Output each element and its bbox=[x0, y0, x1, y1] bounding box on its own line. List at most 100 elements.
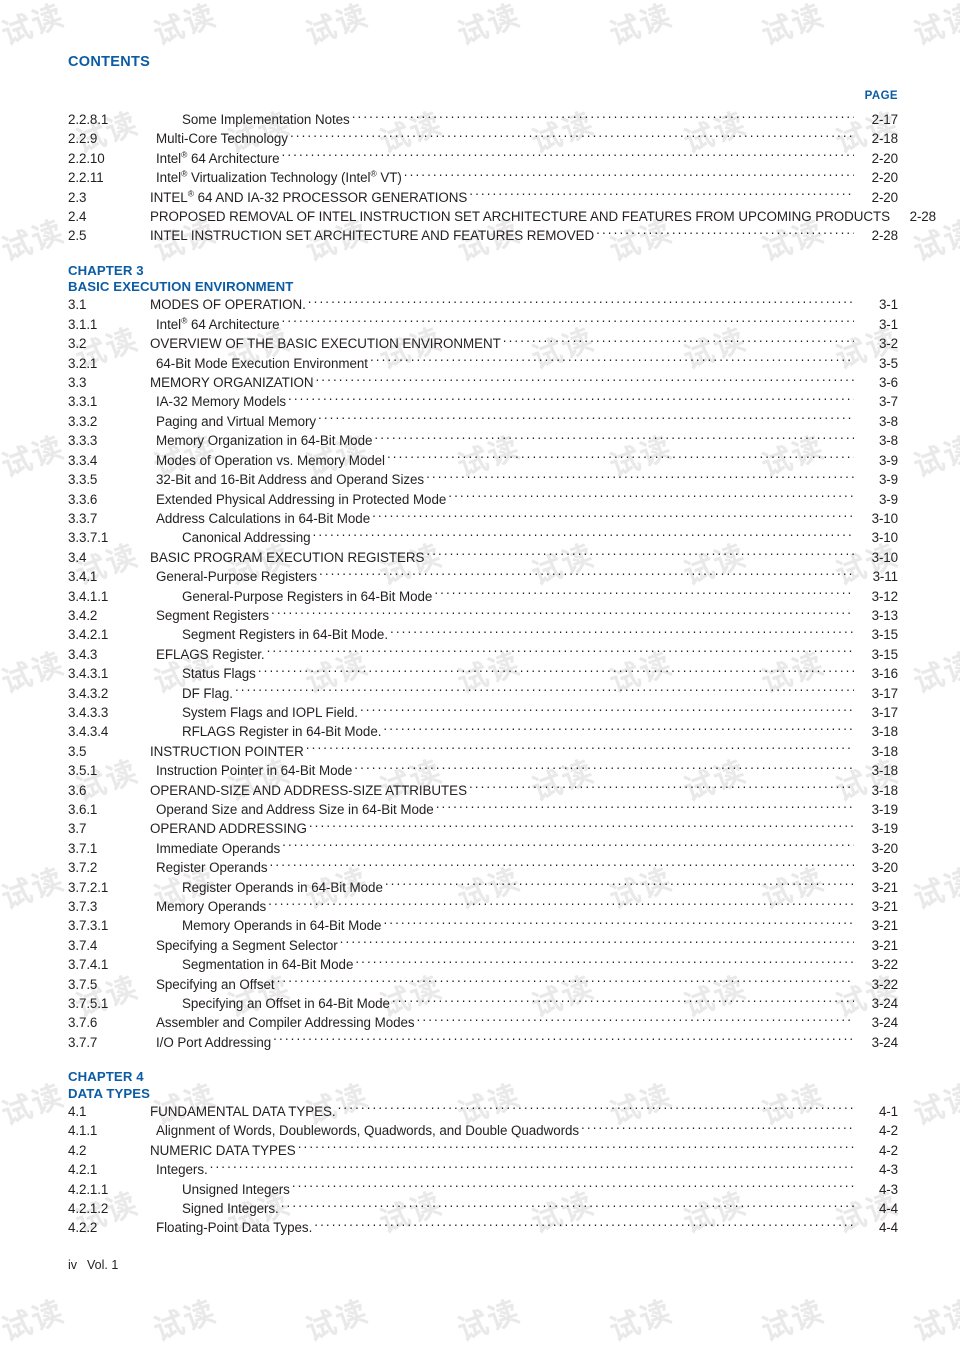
toc-entry-title: EFLAGS Register. bbox=[156, 646, 265, 662]
toc-entry[interactable]: 3.5 INSTRUCTION POINTER 3-18 bbox=[68, 742, 898, 761]
toc-entry-title: Alignment of Words, Doublewords, Quadwor… bbox=[156, 1123, 580, 1139]
chapter-label: CHAPTER 4 bbox=[68, 1069, 144, 1085]
toc-entry[interactable]: 2.2.8.1 Some Implementation Notes 2-17 bbox=[68, 110, 898, 129]
toc-entry[interactable]: 3.3.7.1 Canonical Addressing 3-10 bbox=[68, 528, 898, 547]
toc-entry[interactable]: 4.2 NUMERIC DATA TYPES 4-2 bbox=[68, 1141, 898, 1160]
toc-entry[interactable]: 4.1 FUNDAMENTAL DATA TYPES. 4-1 bbox=[68, 1102, 898, 1121]
toc-entry[interactable]: 3.7 OPERAND ADDRESSING 3-19 bbox=[68, 819, 898, 838]
toc-entry-title: Register Operands bbox=[156, 860, 268, 876]
watermark-text: 试读 bbox=[0, 429, 70, 485]
toc-entry-title: INTEL® 64 AND IA-32 PROCESSOR GENERATION… bbox=[150, 188, 468, 205]
watermark-text: 试读 bbox=[909, 645, 960, 701]
toc-entry[interactable]: 3.6.1 Operand Size and Address Size in 64… bbox=[68, 800, 898, 819]
toc-entry[interactable]: 3.2 OVERVIEW OF THE BASIC EXECUTION ENVIR… bbox=[68, 334, 898, 353]
toc-entry[interactable]: 4.2.1 Integers. 4-3 bbox=[68, 1160, 898, 1179]
toc-leader-dots bbox=[292, 1180, 854, 1194]
toc-leader-dots bbox=[370, 354, 854, 368]
toc-entry[interactable]: 3.7.7 I/O Port Addressing 3-24 bbox=[68, 1033, 898, 1052]
toc-leader-dots bbox=[277, 975, 854, 989]
toc-entry-page: 3-22 bbox=[871, 957, 899, 973]
toc-entry-number: 2.5 bbox=[68, 228, 87, 244]
toc-leader-dots bbox=[360, 703, 854, 717]
toc-entry-title: Instruction Pointer in 64-Bit Mode bbox=[156, 763, 353, 779]
toc-entry[interactable]: 3.3.6 Extended Physical Addressing in Pro… bbox=[68, 490, 898, 509]
toc-entry[interactable]: 3.3.1 IA-32 Memory Models 3-7 bbox=[68, 392, 898, 411]
toc-entry[interactable]: 3.4.1 General-Purpose Registers 3-11 bbox=[68, 567, 898, 586]
toc-leader-dots bbox=[235, 684, 854, 698]
toc-entry-title: Paging and Virtual Memory bbox=[156, 413, 317, 429]
toc-entry-number: 3.3.1 bbox=[68, 394, 98, 410]
toc-entry-page: 3-9 bbox=[878, 452, 898, 468]
toc-entry[interactable]: 2.2.9 Multi-Core Technology 2-18 bbox=[68, 129, 898, 148]
toc-entry-page: 4-3 bbox=[878, 1162, 898, 1178]
toc-entry-title: Assembler and Compiler Addressing Modes bbox=[156, 1015, 415, 1031]
toc-entry[interactable]: 3.4.3.1 Status Flags 3-16 bbox=[68, 664, 898, 683]
toc-entry[interactable]: 3.7.5.1 Specifying an Offset in 64-Bit Mo… bbox=[68, 994, 898, 1013]
toc-entry-title: IA-32 Memory Models bbox=[156, 394, 287, 410]
toc-entry[interactable]: 3.4.3.2 DF Flag. 3-17 bbox=[68, 684, 898, 703]
toc-entry[interactable]: 3.2.1 64-Bit Mode Execution Environment 3-… bbox=[68, 354, 898, 373]
toc-entry[interactable]: 3.4.3.3 System Flags and IOPL Field. 3-17 bbox=[68, 703, 898, 722]
toc-entry[interactable]: 4.1.1 Alignment of Words, Doublewords, Qu… bbox=[68, 1121, 898, 1140]
toc-entry-number: 3.3.4 bbox=[68, 452, 98, 468]
toc-entry[interactable]: 3.4.2.1 Segment Registers in 64-Bit Mode.… bbox=[68, 625, 898, 644]
toc-entry[interactable]: 3.4.3 EFLAGS Register. 3-15 bbox=[68, 645, 898, 664]
toc-entry-title: Memory Operands in 64-Bit Mode bbox=[182, 918, 382, 934]
toc-entry[interactable]: 3.7.6 Assembler and Compiler Addressing M… bbox=[68, 1013, 898, 1032]
toc-entry-page: 4-3 bbox=[878, 1181, 898, 1197]
watermark-text: 试读 bbox=[909, 0, 960, 53]
toc-entry[interactable]: 3.3.4 Modes of Operation vs. Memory Model… bbox=[68, 451, 898, 470]
toc-entry-page: 3-18 bbox=[871, 743, 899, 759]
toc-entry-number: 4.2.2 bbox=[68, 1220, 98, 1236]
toc-entry-page: 3-18 bbox=[871, 782, 899, 798]
toc-entry[interactable]: 3.7.3.1 Memory Operands in 64-Bit Mode 3-2… bbox=[68, 916, 898, 935]
toc-entry-page: 3-19 bbox=[871, 821, 899, 837]
toc-entry[interactable]: 3.7.4.1 Segmentation in 64-Bit Mode 3-22 bbox=[68, 955, 898, 974]
toc-entry[interactable]: 3.3.2 Paging and Virtual Memory 3-8 bbox=[68, 412, 898, 431]
toc-entry[interactable]: 4.2.1.1 Unsigned Integers 4-3 bbox=[68, 1180, 898, 1199]
toc-entry[interactable]: 3.6 OPERAND-SIZE AND ADDRESS-SIZE ATTRIBU… bbox=[68, 781, 898, 800]
toc-entry[interactable]: 3.3 MEMORY ORGANIZATION 3-6 bbox=[68, 373, 898, 392]
toc-entry-page: 3-24 bbox=[871, 996, 899, 1012]
toc-entry-title: BASIC PROGRAM EXECUTION REGISTERS bbox=[150, 549, 425, 565]
toc-entry-page: 3-8 bbox=[878, 413, 898, 429]
toc-entry-page: 3-9 bbox=[878, 491, 898, 507]
toc-entry[interactable]: 3.7.4 Specifying a Segment Selector 3-21 bbox=[68, 936, 898, 955]
toc-entry-page: 3-19 bbox=[871, 802, 899, 817]
toc-entry[interactable]: 3.7.2.1 Register Operands in 64-Bit Mode 3… bbox=[68, 878, 898, 897]
toc-entry-number: 3.7.2 bbox=[68, 860, 98, 876]
toc-entry[interactable]: 3.4.2 Segment Registers 3-13 bbox=[68, 606, 898, 625]
toc-entry[interactable]: 3.7.3 Memory Operands 3-21 bbox=[68, 897, 898, 916]
toc-entry-title: Intel® Virtualization Technology (Intel®… bbox=[156, 168, 402, 186]
toc-entry-number: 3.4.3.2 bbox=[68, 685, 109, 701]
toc-entry[interactable]: 3.7.1 Immediate Operands 3-20 bbox=[68, 839, 898, 858]
toc-entry[interactable]: 3.1.1 Intel® 64 Architecture 3-1 bbox=[68, 315, 898, 334]
toc-entry[interactable]: 3.5.1 Instruction Pointer in 64-Bit Mode 3… bbox=[68, 761, 898, 780]
toc-entry-title: Status Flags bbox=[182, 666, 256, 682]
toc-entry-number: 3.7.4 bbox=[68, 937, 98, 953]
toc-entry[interactable]: 3.4.3.4 RFLAGS Register in 64-Bit Mode. 3-… bbox=[68, 722, 898, 741]
toc-entry-title: Unsigned Integers bbox=[182, 1181, 290, 1197]
toc-entry[interactable]: 3.4.1.1 General-Purpose Registers in 64-B… bbox=[68, 587, 898, 606]
toc-entry[interactable]: 2.4 PROPOSED REMOVAL OF INTEL INSTRUCTION… bbox=[68, 207, 936, 226]
toc-entry[interactable]: 2.5 INTEL INSTRUCTION SET ARCHITECTURE AN… bbox=[68, 226, 898, 245]
toc-entry[interactable]: 2.2.11 Intel® Virtualization Technology (… bbox=[68, 168, 898, 187]
toc-entry[interactable]: 3.7.2 Register Operands 3-20 bbox=[68, 858, 898, 877]
toc-entry[interactable]: 3.3.7 Address Calculations in 64-Bit Mode… bbox=[68, 509, 898, 528]
toc-leader-dots bbox=[581, 1121, 854, 1135]
toc-entry[interactable]: 3.3.3 Memory Organization in 64-Bit Mode 3… bbox=[68, 431, 898, 450]
toc-entry-page: 3-8 bbox=[878, 433, 898, 449]
toc-entry[interactable]: 3.3.5 32-Bit and 16-Bit Address and Opera… bbox=[68, 470, 898, 489]
toc-entry[interactable]: 4.2.1.2 Signed Integers. 4-4 bbox=[68, 1199, 898, 1218]
toc-entry[interactable]: 4.2.2 Floating-Point Data Types. 4-4 bbox=[68, 1218, 898, 1237]
toc-entry[interactable]: 3.1 MODES OF OPERATION. 3-1 bbox=[68, 295, 898, 314]
watermark-text: 试读 bbox=[909, 429, 960, 485]
toc-leader-dots bbox=[268, 897, 854, 911]
toc-entry[interactable]: 3.4 BASIC PROGRAM EXECUTION REGISTERS 3-10 bbox=[68, 548, 898, 567]
toc-entry-title: Segment Registers in 64-Bit Mode. bbox=[182, 627, 389, 643]
toc-entry-number: 3.3.3 bbox=[68, 433, 98, 449]
toc-entry[interactable]: 3.7.5 Specifying an Offset 3-22 bbox=[68, 975, 898, 994]
toc-entry[interactable]: 2.3 INTEL® 64 AND IA-32 PROCESSOR GENERAT… bbox=[68, 188, 898, 207]
toc-entry[interactable]: 2.2.10 Intel® 64 Architecture 2-20 bbox=[68, 149, 898, 168]
toc-entry-page: 2-20 bbox=[871, 189, 899, 205]
